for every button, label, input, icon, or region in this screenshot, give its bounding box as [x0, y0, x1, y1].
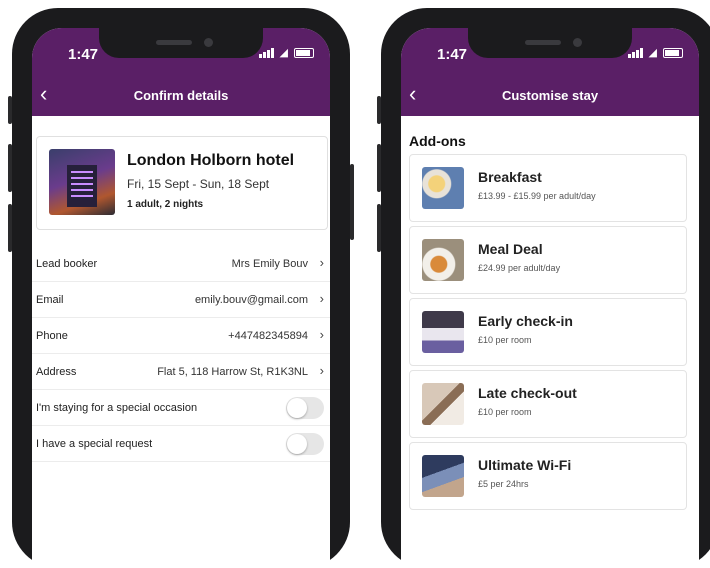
stay-dates: Fri, 15 Sept - Sun, 18 Sept — [127, 177, 270, 191]
toggle-label: I have a special request — [36, 438, 153, 450]
chevron-right-icon: › — [319, 291, 324, 306]
addon-name: Meal Deal — [478, 241, 543, 257]
room-photo — [422, 311, 464, 353]
notch — [99, 28, 263, 58]
chevron-right-icon: › — [319, 363, 324, 378]
detail-row-phone[interactable]: Phone +447482345894 › — [32, 318, 330, 354]
row-value: emily.bouv@gmail.com — [194, 294, 308, 306]
notch — [468, 28, 632, 58]
special-occasion-toggle[interactable] — [286, 397, 324, 419]
chevron-right-icon: › — [319, 327, 324, 342]
battery-icon — [663, 47, 683, 58]
addon-price: £13.99 - £15.99 per adult/day — [478, 191, 596, 201]
meal-photo — [422, 239, 464, 281]
addon-card-breakfast[interactable]: Breakfast £13.99 - £15.99 per adult/day — [409, 154, 687, 222]
breakfast-photo — [422, 167, 464, 209]
volume-up-button — [377, 144, 381, 192]
screen-customise-stay: 1:47 ◢ ‹ Customise stay Add-ons Breakfas… — [401, 28, 699, 568]
hotel-name: London Holborn hotel — [127, 152, 295, 169]
screen-confirm-details: 1:47 ◢ ‹ Confirm details London Holborn … — [32, 28, 330, 568]
row-value: Mrs Emily Bouv — [231, 258, 308, 270]
toggle-row-special-occasion: I'm staying for a special occasion — [32, 390, 330, 426]
addon-card-early-check-in[interactable]: Early check-in £10 per room — [409, 298, 687, 366]
wifi-icon: ◢ — [279, 47, 288, 59]
chevron-right-icon: › — [319, 255, 324, 270]
section-title: Add-ons — [409, 133, 466, 149]
row-label: Address — [36, 366, 77, 378]
toggle-row-special-request: I have a special request — [32, 426, 330, 462]
addon-name: Late check-out — [478, 385, 577, 401]
guests-nights: 1 adult, 2 nights — [127, 199, 204, 210]
silent-switch — [377, 96, 381, 124]
toggle-label: I'm staying for a special occasion — [36, 402, 198, 414]
battery-icon — [294, 47, 314, 58]
addon-name: Ultimate Wi-Fi — [478, 457, 572, 473]
detail-row-address[interactable]: Address Flat 5, 118 Harrow St, R1K3NL › — [32, 354, 330, 390]
page-title: Customise stay — [501, 88, 599, 103]
phone-frame-left: 1:47 ◢ ‹ Confirm details London Holborn … — [8, 8, 354, 568]
volume-up-button — [8, 144, 12, 192]
detail-row-lead-booker[interactable]: Lead booker Mrs Emily Bouv › — [32, 246, 330, 282]
status-time: 1:47 — [437, 46, 468, 63]
wifi-icon: ◢ — [648, 47, 657, 59]
row-value: Flat 5, 118 Harrow St, R1K3NL — [157, 366, 308, 378]
addon-name: Breakfast — [478, 169, 542, 185]
special-request-toggle[interactable] — [286, 433, 324, 455]
page-title: Confirm details — [133, 88, 229, 103]
hotel-photo — [49, 149, 115, 215]
row-label: Lead booker — [36, 258, 98, 270]
addon-card-late-check-out[interactable]: Late check-out £10 per room — [409, 370, 687, 438]
wifi-photo — [422, 455, 464, 497]
detail-row-email[interactable]: Email emily.bouv@gmail.com › — [32, 282, 330, 318]
guest-photo — [422, 383, 464, 425]
addon-name: Early check-in — [478, 313, 573, 329]
addon-price: £24.99 per adult/day — [478, 263, 561, 273]
addon-price: £10 per room — [478, 407, 532, 417]
addon-price: £10 per room — [478, 335, 532, 345]
addon-card-meal-deal[interactable]: Meal Deal £24.99 per adult/day — [409, 226, 687, 294]
status-time: 1:47 — [68, 46, 99, 63]
hotel-summary-card: London Holborn hotel Fri, 15 Sept - Sun,… — [36, 136, 328, 230]
signal-icon — [627, 47, 643, 58]
volume-down-button — [377, 204, 381, 252]
phone-frame-right: 1:47 ◢ ‹ Customise stay Add-ons Breakfas… — [377, 8, 710, 568]
silent-switch — [8, 96, 12, 124]
row-label: Phone — [36, 330, 68, 342]
row-label: Email — [36, 294, 64, 306]
signal-icon — [258, 47, 274, 58]
addon-card-ultimate-wifi[interactable]: Ultimate Wi-Fi £5 per 24hrs — [409, 442, 687, 510]
row-value: +447482345894 — [228, 330, 308, 342]
volume-down-button — [8, 204, 12, 252]
addon-price: £5 per 24hrs — [478, 479, 529, 489]
power-button — [350, 164, 354, 240]
